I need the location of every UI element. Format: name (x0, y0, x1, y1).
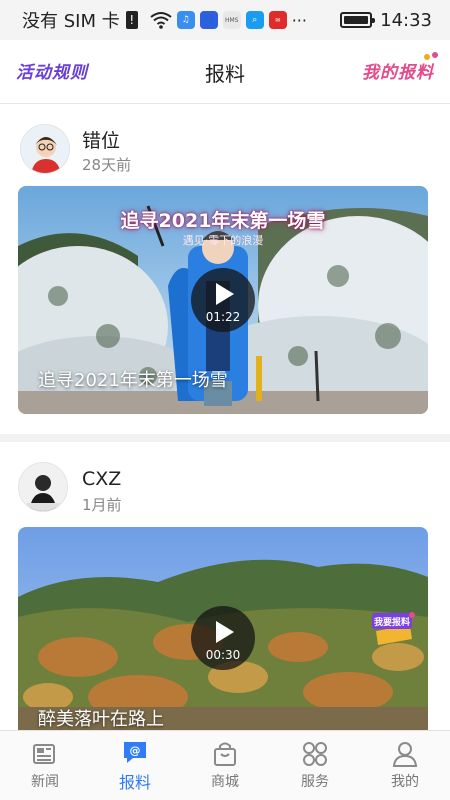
battery-icon (340, 12, 376, 28)
play-button[interactable]: 00:30 (191, 605, 255, 670)
nav-item-report[interactable]: @ 报料 (90, 731, 180, 800)
avatar[interactable] (18, 462, 68, 512)
post-time: 1月前 (82, 496, 122, 514)
status-bar: 没有 SIM 卡 ! ♫ 🐾 HMS ⌕ ✉ ··· 14:33 (0, 0, 450, 40)
app-header: 活动规则 报料 我的报料 (0, 40, 450, 104)
video-duration: 01:22 (205, 310, 241, 324)
post-author[interactable]: 错位 (82, 126, 120, 153)
badge-text: 我要报料 (374, 616, 410, 628)
clock: 14:33 (380, 9, 432, 31)
avatar[interactable] (20, 124, 70, 174)
nav-label: 商城 (211, 773, 239, 790)
nav-label: 我的 (391, 773, 419, 790)
search-app-icon: ⌕ (245, 11, 264, 29)
service-grid-icon (303, 741, 327, 766)
video-caption: 追寻2021年末第一场雪 (38, 370, 228, 391)
video-duration: 00:30 (205, 647, 241, 662)
more-icon: ··· (291, 10, 307, 30)
baidu-app-icon: 🐾 (199, 11, 218, 29)
huawei-app-icon: ✉ (268, 11, 287, 29)
wifi-icon (150, 12, 172, 29)
nav-label: 新闻 (31, 773, 59, 790)
hms-app-icon: HMS (222, 11, 241, 29)
video-thumbnail[interactable]: 追寻2021年末第一场雪 遇见·零下的浪漫 01:22 追寻2021年末第一场雪 (18, 186, 428, 414)
post-author[interactable]: CXZ (82, 468, 121, 490)
nav-item-news[interactable]: 新闻 (0, 731, 90, 800)
nav-label: 报料 (118, 772, 151, 792)
post-card[interactable]: CXZ 1月前 我要报料 00:30 醉美落叶在路上 (0, 442, 450, 732)
video-caption: 醉美落叶在路上 (38, 709, 164, 730)
play-button[interactable]: 01:22 (191, 268, 255, 332)
nav-item-me[interactable]: 我的 (360, 731, 450, 800)
section-divider (0, 434, 450, 442)
video-overlay-title: 追寻2021年末第一场雪 (120, 210, 326, 232)
music-app-icon: ♫ (176, 11, 195, 29)
person-icon (392, 741, 418, 767)
newspaper-icon (33, 743, 55, 764)
shopping-bag-icon (214, 742, 236, 766)
post-time: 28天前 (82, 156, 132, 174)
video-overlay-subtitle: 遇见·零下的浪漫 (182, 234, 264, 247)
nav-item-service[interactable]: 服务 (270, 731, 360, 800)
nav-item-shop[interactable]: 商城 (180, 731, 270, 800)
report-badge-icon[interactable]: 我要报料 (368, 609, 418, 655)
play-icon (216, 620, 234, 643)
sim-alert-icon: ! (125, 11, 138, 29)
bottom-nav: 新闻 @ 报料 商城 服务 我的 (0, 730, 450, 800)
report-icon: @ (124, 741, 146, 763)
carrier-text: 没有 SIM 卡 (22, 11, 120, 32)
sparkle-dots-icon (424, 52, 440, 62)
nav-label: 服务 (301, 773, 329, 790)
video-thumbnail[interactable]: 我要报料 00:30 醉美落叶在路上 (18, 527, 428, 732)
post-card[interactable]: 错位 28天前 追寻2021年末第一场雪 遇见·零下的浪漫 01:22 追寻20… (0, 104, 450, 434)
play-icon (216, 283, 234, 305)
svg-text:@: @ (130, 744, 141, 757)
